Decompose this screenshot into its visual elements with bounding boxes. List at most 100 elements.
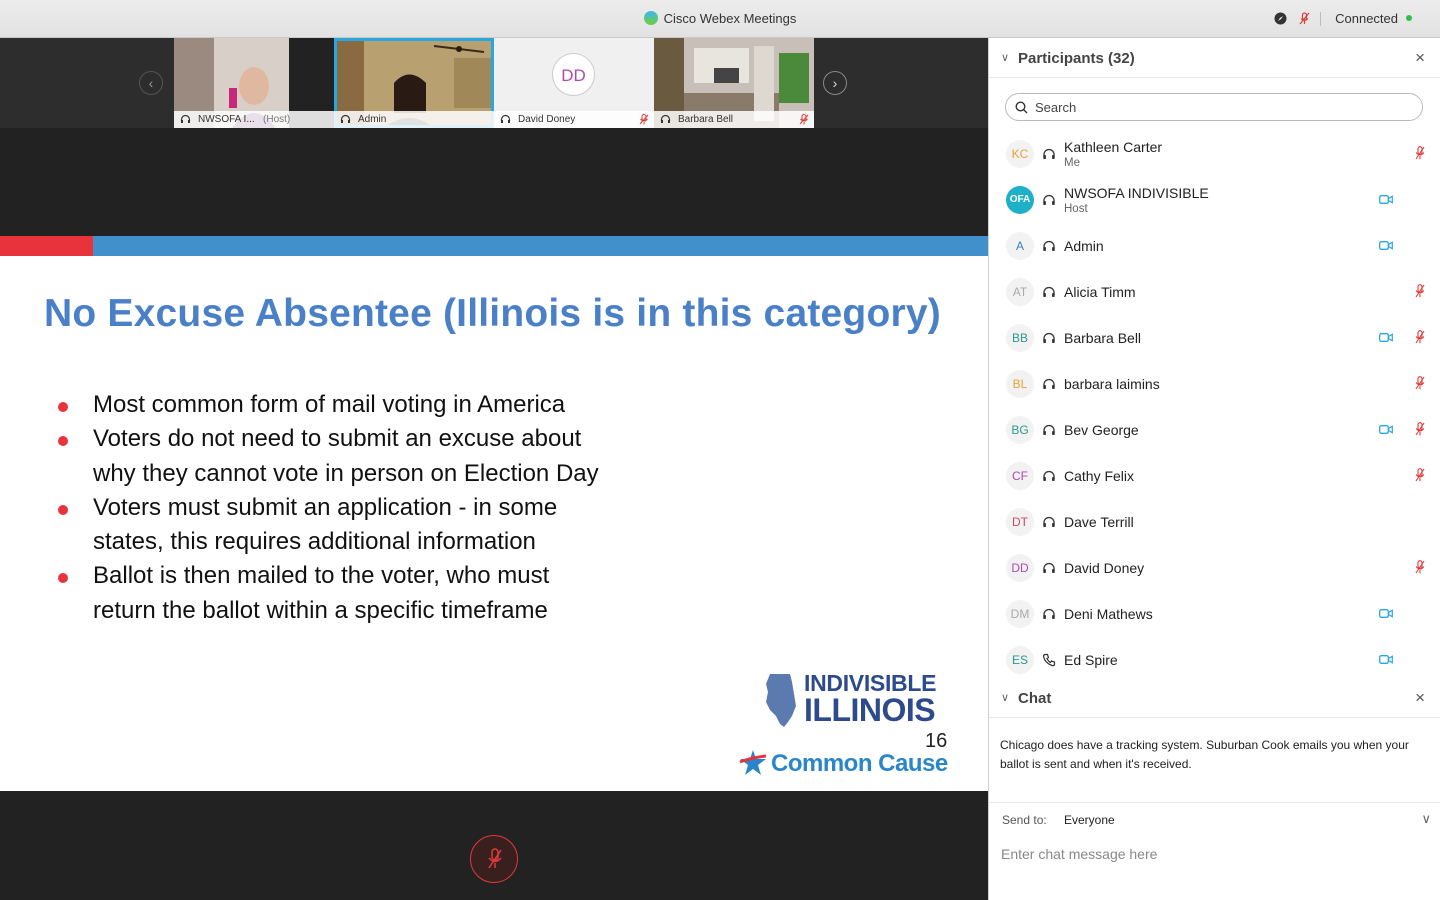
phone-icon [1042,653,1056,667]
participant-row[interactable]: DM Deni Mathews [989,591,1440,637]
headset-icon [1043,424,1055,435]
participant-name: Cathy Felix [1064,468,1135,484]
video-thumbnail-strip: ‹ › NWSOFA I... (Host) Admin DD David Do… [0,38,988,128]
mic-muted-icon [1415,422,1425,436]
slide-bullet: Voters do not need to submit an excuse a… [56,422,616,491]
participant-row[interactable]: ES Ed Spire [989,637,1440,683]
window-title-text: Cisco Webex Meetings [663,11,797,26]
thumbnail-label: Barbara Bell [654,111,814,128]
star-icon [739,750,767,775]
mic-muted-icon [1415,468,1425,482]
connection-status-text: Connected [1335,11,1398,26]
common-cause-logo: Common Cause [738,748,968,778]
thumbnail-label: Admin [334,111,494,128]
slide-accent-bar [0,236,93,256]
compass-icon[interactable] [1274,12,1287,25]
avatar: ES [1006,646,1034,674]
next-arrow-icon[interactable]: › [823,71,847,95]
participants-header[interactable]: ∨ Participants (32) × [989,38,1440,78]
participant-row[interactable]: AT Alicia Timm [989,269,1440,315]
avatar: A [1006,232,1034,260]
slide-bullet: Ballot is then mailed to the voter, who … [56,559,616,628]
participant-row[interactable]: BB Barbara Bell [989,315,1440,361]
webex-logo-icon [643,11,658,25]
send-to-label: Send to: [1002,813,1047,827]
participant-name: Kathleen Carter [1064,139,1163,155]
close-icon[interactable]: × [1415,48,1425,68]
participant-search[interactable] [1005,93,1423,121]
indivisible-illinois-logo: INDIVISIBLE ILLINOIS [764,670,964,730]
slide-heading: No Excuse Absentee (Illinois is in this … [44,292,941,335]
participants-title: Participants (32) [1018,50,1135,67]
status-dot-icon [1406,15,1412,21]
headset-icon [1043,562,1055,573]
thumbnail-label: David Doney [494,111,654,128]
participant-name: Admin [1064,238,1104,254]
mic-muted-icon [1415,560,1425,574]
chevron-down-icon[interactable]: ∨ [1421,811,1431,827]
avatar: BG [1006,416,1034,444]
mic-muted-icon [1415,330,1425,344]
headset-icon [180,114,191,123]
chat-header[interactable]: ∨ Chat × [989,678,1440,718]
avatar: AT [1006,278,1034,306]
participant-list: KC Kathleen Carter Me OFA NWSOFA INDIVISIBLE… [989,131,1440,683]
video-thumbnail-active[interactable]: Admin [334,38,494,128]
meeting-stage: ‹ › NWSOFA I... (Host) Admin DD David Do… [0,38,988,900]
video-camera-icon [1379,609,1393,618]
chat-message: Chicago does have a tracking system. Sub… [1000,738,1409,771]
participant-name: NWSOFA INDIVISIBLE [1064,185,1209,201]
connection-status: Connected [1335,11,1412,26]
unmute-button[interactable] [470,835,518,883]
participant-row[interactable]: KC Kathleen Carter Me [989,131,1440,177]
headset-icon [500,114,511,123]
logo-text-line2: ILLINOIS [804,692,936,728]
headset-icon [1043,470,1055,481]
participant-row[interactable]: DD David Doney [989,545,1440,591]
video-thumbnail[interactable]: Barbara Bell [654,38,814,128]
mic-muted-icon[interactable] [1298,12,1311,25]
headset-icon [1043,240,1055,251]
participant-name: Dave Terrill [1064,514,1134,530]
mic-muted-icon [1415,284,1425,298]
chevron-down-icon[interactable]: ∨ [1001,51,1009,64]
avatar: DD [1006,554,1034,582]
video-thumbnail[interactable]: DD David Doney [494,38,654,128]
participant-row[interactable]: BL barbara laimins [989,361,1440,407]
send-to-selector[interactable]: Send to: Everyone ∨ [989,802,1440,834]
side-panel: ∨ Participants (32) × KC Kathleen Carter M… [988,38,1440,900]
headset-icon [1043,608,1055,619]
slide-bullet: Most common form of mail voting in Ameri… [56,388,616,422]
illinois-state-icon [766,674,796,727]
participant-row[interactable]: CF Cathy Felix [989,453,1440,499]
headset-icon [1043,148,1055,159]
participant-row[interactable]: BG Bev George [989,407,1440,453]
video-thumbnail[interactable]: NWSOFA I... (Host) [174,38,334,128]
participant-name: Alicia Timm [1064,284,1136,300]
avatar: OFA [1006,186,1034,214]
slide-bullet: Voters must submit an application - in s… [56,491,616,560]
thumbnail-name: David Doney [518,114,576,125]
avatar: CF [1006,462,1034,490]
mic-muted-icon [639,114,649,125]
participant-row[interactable]: OFA NWSOFA INDIVISIBLE Host [989,177,1440,223]
mic-muted-icon [488,848,502,869]
participant-row[interactable]: DT Dave Terrill [989,499,1440,545]
chat-message-input[interactable] [1001,842,1429,866]
participant-name: Ed Spire [1064,652,1118,668]
participant-role: Host [1064,203,1088,215]
common-cause-text: Common Cause [771,750,948,777]
participant-name: Deni Mathews [1064,606,1153,622]
close-icon[interactable]: × [1415,688,1425,708]
search-input[interactable] [1035,98,1405,116]
headset-icon [660,114,671,123]
slide-header-bar [93,236,988,256]
mic-muted-icon [1415,146,1425,160]
send-to-value[interactable]: Everyone [1064,813,1115,827]
avatar: DT [1006,508,1034,536]
thumbnail-label: NWSOFA I... (Host) [174,111,334,128]
chevron-down-icon[interactable]: ∨ [1001,691,1009,704]
participant-row[interactable]: A Admin [989,223,1440,269]
previous-arrow-icon[interactable]: ‹ [139,71,163,95]
headset-icon [1043,286,1055,297]
